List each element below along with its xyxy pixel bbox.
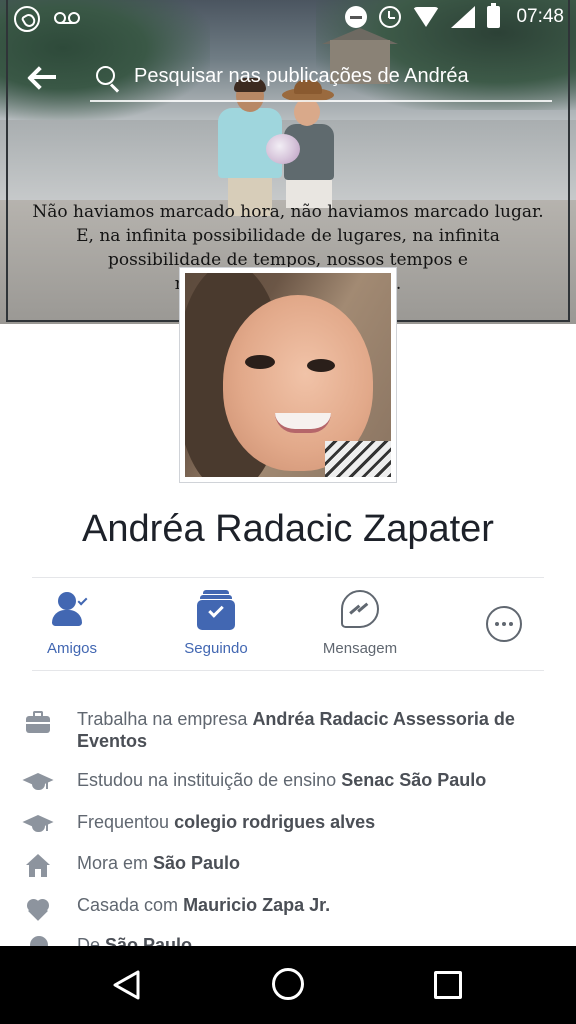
about-item-text: Trabalha na empresa Andréa Radacic Asses… xyxy=(77,709,515,751)
cover-quote-line: Não haviamos marcado hora, não haviamos … xyxy=(32,202,544,222)
following-button-label: Seguindo xyxy=(184,640,248,657)
navigation-bar xyxy=(0,946,576,1024)
message-button[interactable]: Mensagem xyxy=(300,588,420,664)
friends-button-label: Amigos xyxy=(46,640,98,657)
about-item-text: Casada com Mauricio Zapa Jr. xyxy=(77,895,331,915)
cover-quote-line: E, na infinita possibilidade de lugares,… xyxy=(76,226,500,246)
profile-picture[interactable] xyxy=(179,267,397,483)
about-item-link[interactable]: Mauricio Zapa Jr. xyxy=(183,895,330,915)
nav-back-icon[interactable] xyxy=(110,968,144,1002)
nav-home-icon[interactable] xyxy=(272,968,304,1000)
whatsapp-icon xyxy=(14,6,40,32)
back-arrow-icon[interactable] xyxy=(26,62,60,92)
search-input[interactable]: Pesquisar nas publicações de Andréa xyxy=(90,58,552,102)
divider xyxy=(32,670,544,671)
graduation-cap-icon xyxy=(22,813,54,837)
alarm-icon xyxy=(379,6,402,28)
about-item-link[interactable]: Senac São Paulo xyxy=(341,770,486,790)
nav-recents-icon[interactable] xyxy=(434,971,462,999)
following-icon xyxy=(197,590,235,630)
signal-icon xyxy=(451,6,476,28)
friends-button[interactable]: Amigos xyxy=(12,588,132,664)
home-icon xyxy=(26,854,52,878)
briefcase-icon xyxy=(26,710,52,734)
divider xyxy=(32,577,544,578)
friends-icon xyxy=(52,592,92,632)
heart-icon xyxy=(26,896,52,921)
more-icon xyxy=(486,606,522,642)
profile-name: Andréa Radacic Zapater xyxy=(82,508,494,550)
about-item-text: Estudou na instituição de ensino Senac S… xyxy=(77,770,487,790)
do-not-disturb-icon xyxy=(345,6,368,28)
about-item-link[interactable]: São Paulo xyxy=(153,853,240,873)
about-item-text: Frequentou colegio rodrigues alves xyxy=(77,812,376,832)
profile-photo xyxy=(185,273,391,477)
wifi-icon xyxy=(413,7,440,27)
about-item-text: Mora em São Paulo xyxy=(77,853,241,873)
status-time: 07:48 xyxy=(516,6,564,27)
messenger-icon xyxy=(341,590,379,628)
status-bar: 07:48 xyxy=(0,0,576,38)
more-options-button[interactable] xyxy=(444,588,564,664)
about-item-link[interactable]: colegio rodrigues alves xyxy=(174,812,375,832)
search-icon xyxy=(96,66,120,93)
battery-icon xyxy=(487,3,501,28)
voicemail-icon xyxy=(54,12,80,26)
search-placeholder: Pesquisar nas publicações de Andréa xyxy=(134,65,469,87)
following-button[interactable]: Seguindo xyxy=(156,588,276,664)
graduation-cap-icon xyxy=(22,771,54,795)
message-button-label: Mensagem xyxy=(322,640,398,657)
